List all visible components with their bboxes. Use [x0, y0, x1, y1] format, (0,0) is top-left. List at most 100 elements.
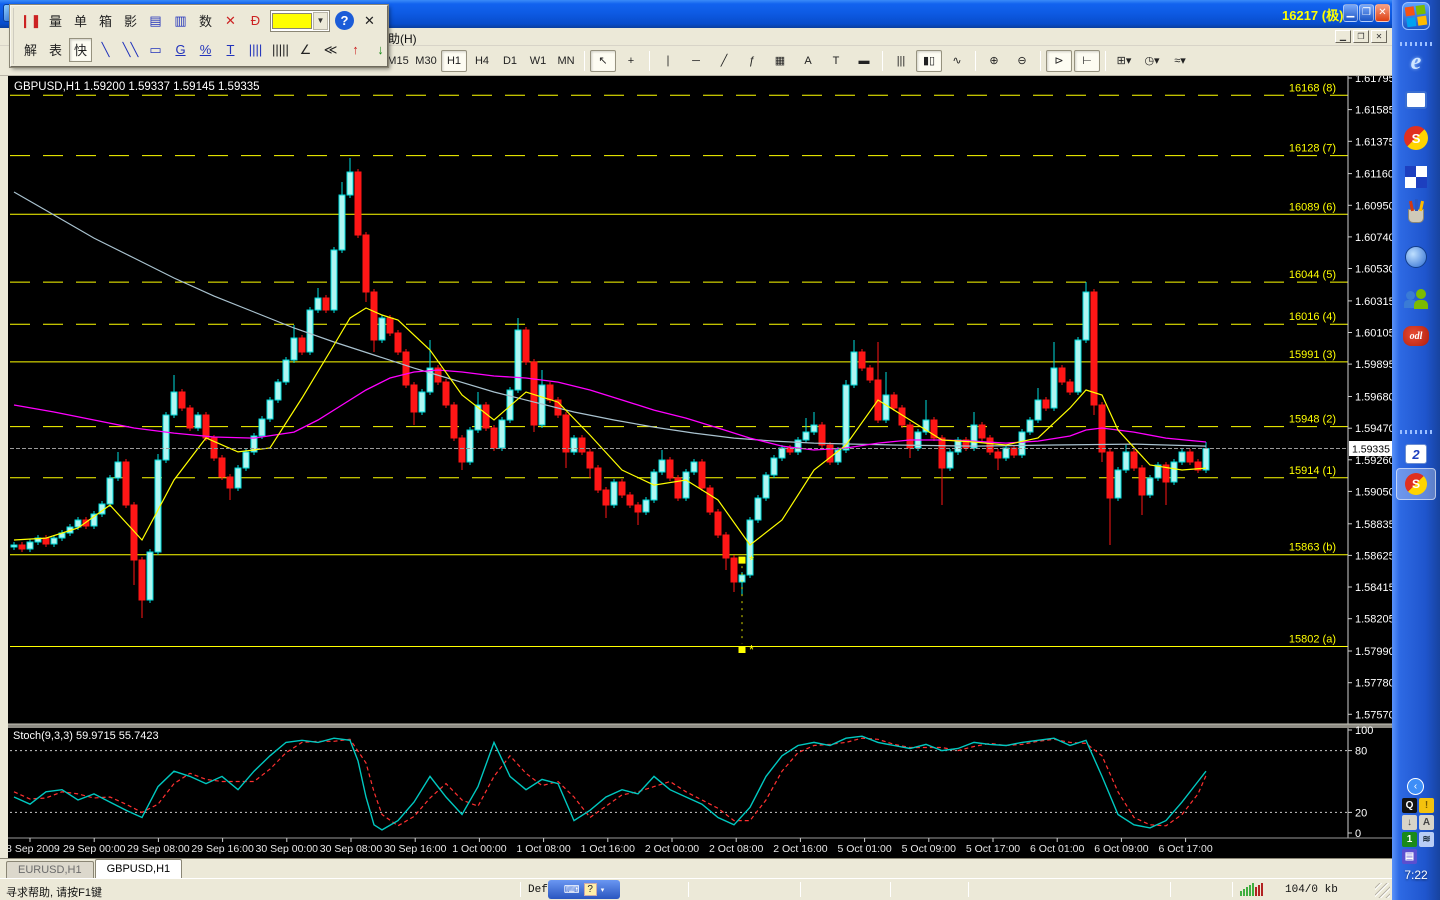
svg-text:1.61795: 1.61795 [1355, 76, 1392, 85]
svg-text:1.60530: 1.60530 [1355, 264, 1392, 276]
restore-button[interactable]: ❐ [1359, 4, 1374, 22]
volume-button[interactable]: 量 [44, 9, 67, 33]
order-button[interactable]: 单 [69, 9, 92, 33]
auto-scroll-button[interactable]: ⊳ [1046, 49, 1072, 72]
fibonacci-tool[interactable]: ƒ [739, 50, 765, 72]
shapes-tool[interactable]: ▬ [851, 50, 877, 72]
grid-tool[interactable]: ▦ [767, 50, 793, 72]
hide-icons-chevron-icon[interactable]: ‹ [1407, 778, 1424, 795]
histogram-left-button[interactable]: ▤ [144, 9, 167, 33]
line-color-picker[interactable]: ▼ [270, 9, 330, 32]
trendline-tool[interactable]: ╱ [711, 50, 737, 72]
periods-button[interactable]: ◷▾ [1139, 50, 1165, 72]
help-button[interactable]: ? [335, 11, 354, 30]
cycle-lines-button[interactable]: |||| [244, 38, 267, 62]
mdi-close-button[interactable]: ✕ [1371, 30, 1387, 43]
svg-text:30 Sep 08:00: 30 Sep 08:00 [320, 843, 383, 855]
zoom-in-button[interactable]: ⊕ [981, 50, 1007, 72]
templates-button[interactable]: ≈▾ [1167, 50, 1193, 72]
down-arrow-button[interactable]: ↓ [369, 38, 392, 62]
chart-shift-button[interactable]: ⊢ [1074, 49, 1100, 72]
up-arrow-button[interactable]: ↑ [344, 38, 367, 62]
taskbar-clock: 7:22 [1404, 868, 1428, 882]
svg-text:16168 (8): 16168 (8) [1289, 82, 1336, 94]
tray-address-book-icon[interactable]: ▤ [1402, 849, 1417, 864]
gann-line-button[interactable]: G [169, 38, 192, 62]
tray-input-method-a-icon[interactable]: ↓ [1402, 815, 1417, 830]
chart-tab-gbpusd-h1[interactable]: GBPUSD,H1 [94, 859, 183, 878]
svg-text:GBPUSD,H1 1.59200 1.59337 1.5: GBPUSD,H1 1.59200 1.59337 1.59145 1.5933… [14, 81, 260, 93]
chart-tab-eurusd-h1[interactable]: EURUSD,H1 [6, 861, 94, 878]
tf-h4[interactable]: H4 [469, 50, 495, 72]
svg-text:1.60105: 1.60105 [1355, 328, 1392, 340]
svg-text:1.60315: 1.60315 [1355, 296, 1392, 308]
quick-button[interactable]: 快 [69, 37, 92, 62]
toolbar-grip[interactable] [13, 8, 14, 64]
arrow-tool[interactable]: A [795, 50, 821, 72]
rectangle-button[interactable]: ▭ [144, 38, 167, 62]
horizontal-line-tool[interactable]: ─ [683, 50, 709, 72]
chart-canvas[interactable]: 16168 (8) 16128 (7) 16089 (6) 16044 (5) 1601… [8, 76, 1392, 858]
cursor-tool[interactable]: ↖ [590, 49, 616, 72]
text-label-tool[interactable]: T [823, 50, 849, 72]
tray-locale-indicator-icon[interactable]: 1 [1402, 832, 1417, 847]
language-options-icon[interactable]: ▾ [601, 886, 605, 894]
tf-h1[interactable]: H1 [441, 49, 467, 72]
bar-chart-button[interactable]: ||| [888, 50, 914, 72]
minimize-button[interactable]: ▁ [1343, 4, 1358, 22]
channel-button[interactable]: ╲╲ [119, 38, 142, 62]
svg-text:15802 (a): 15802 (a) [1289, 634, 1336, 646]
fibo-line-button[interactable]: % [194, 38, 217, 62]
cycle-lines-dense-button[interactable]: ||||| [269, 38, 292, 62]
language-bar[interactable]: ⌨ ? ▾ [548, 880, 620, 899]
mt4-terminal-button[interactable]: S [1396, 468, 1436, 500]
candlestick-button[interactable]: ▮▯ [916, 49, 942, 72]
svg-text:1.58835: 1.58835 [1355, 519, 1392, 531]
candlestick-chart-button[interactable]: ❙❚ [19, 9, 42, 33]
tf-w1[interactable]: W1 [525, 50, 551, 72]
table-button[interactable]: 表 [44, 38, 67, 62]
svg-text:15991 (3): 15991 (3) [1289, 349, 1336, 361]
box-button[interactable]: 箱 [94, 9, 117, 33]
mdi-minimize-button[interactable]: ▁ [1335, 30, 1351, 43]
tray-qq-messenger-icon[interactable]: Q [1402, 798, 1417, 813]
indicators-button[interactable]: ⊞▾ [1111, 50, 1137, 72]
svg-text:16128 (7): 16128 (7) [1289, 143, 1336, 155]
svg-text:5 Oct 09:00: 5 Oct 09:00 [902, 843, 956, 855]
delete-cross-button[interactable]: ✕ [219, 9, 242, 33]
line-chart-button[interactable]: ∿ [944, 50, 970, 72]
tray-network-status-icon[interactable]: ≋ [1419, 832, 1434, 847]
status-bar: 寻求帮助, 请按F1键 Def ⌨ ? ▾ 104/0 kb [0, 878, 1392, 900]
floating-toolbar[interactable]: ❙❚ 量单箱影 ▤ ▥ 数 ✕ Ð ▼? ✕ 解表快 ╲ ╲╲ ▭ G% T |||| ||||| ∠ ≪ ↑ ↓ [9, 4, 389, 68]
close-button[interactable]: ✕ [1375, 4, 1390, 22]
keyboard-icon[interactable]: ⌨ [564, 883, 580, 896]
tray-security-alert-shield-icon[interactable]: ! [1419, 798, 1434, 813]
vertical-line-tool[interactable]: ∣ [655, 50, 681, 72]
zoom-out-button[interactable]: ⊖ [1009, 50, 1035, 72]
tf-mn[interactable]: MN [553, 50, 579, 72]
trendline-button[interactable]: ╲ [94, 38, 117, 62]
tf-d1[interactable]: D1 [497, 50, 523, 72]
app-window-2-button[interactable]: 2 [1402, 440, 1430, 468]
tf-m30[interactable]: M30 [413, 50, 439, 72]
tray-input-method-b-icon[interactable]: A [1419, 815, 1434, 830]
svg-text:30 Sep 16:00: 30 Sep 16:00 [384, 843, 447, 855]
gann-fan-button[interactable]: ≪ [319, 38, 342, 62]
svg-text:16089 (6): 16089 (6) [1289, 201, 1336, 213]
text-line-button[interactable]: T [219, 38, 242, 62]
explain-button[interactable]: 解 [19, 38, 42, 62]
toolbar-separator [975, 50, 976, 71]
status-divider [1170, 882, 1171, 897]
delete-data-button[interactable]: Ð [244, 9, 267, 33]
close-toolbar-button[interactable]: ✕ [358, 9, 381, 33]
mdi-restore-button[interactable]: ❐ [1353, 30, 1369, 43]
shadow-button[interactable]: 影 [119, 9, 142, 33]
svg-text:1.58205: 1.58205 [1355, 614, 1392, 626]
crosshair-tool[interactable]: + [618, 50, 644, 72]
numbers-button[interactable]: 数 [194, 9, 217, 33]
fan-button[interactable]: ∠ [294, 38, 317, 62]
chevron-down-icon[interactable]: ▼ [313, 11, 328, 30]
histogram-right-button[interactable]: ▥ [169, 9, 192, 33]
resize-grip[interactable] [1375, 883, 1390, 898]
language-help-icon[interactable]: ? [583, 883, 597, 896]
